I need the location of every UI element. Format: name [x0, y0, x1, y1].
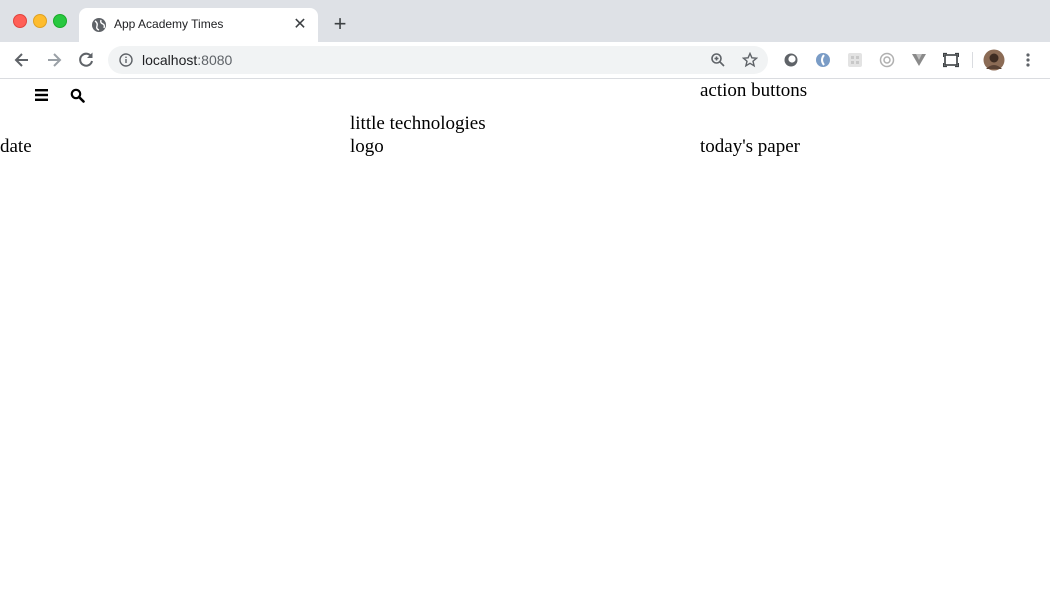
url-text[interactable]: localhost:8080 — [142, 52, 232, 68]
toolbar-separator — [972, 52, 973, 68]
star-icon[interactable] — [742, 52, 758, 68]
screenshot-icon[interactable] — [943, 52, 959, 68]
todays-paper-label: today's paper — [700, 136, 800, 157]
extension-icon-5[interactable] — [911, 52, 927, 68]
action-buttons-label: action buttons — [700, 80, 808, 101]
browser-toolbar: localhost:8080 — [0, 42, 1050, 79]
date-label: date — [0, 136, 32, 157]
extension-icon-2[interactable] — [815, 52, 831, 68]
address-bar[interactable]: localhost:8080 — [108, 46, 768, 74]
forward-icon[interactable] — [44, 50, 64, 70]
tab-title: App Academy Times — [114, 17, 224, 31]
zoom-icon[interactable] — [710, 52, 726, 68]
info-icon[interactable] — [119, 53, 133, 67]
back-icon[interactable] — [12, 50, 32, 70]
extension-icon-4[interactable] — [879, 52, 895, 68]
browser-titlebar: App Academy Times ✕ + — [0, 0, 1050, 42]
more-icon[interactable] — [1020, 52, 1036, 68]
extension-icon-3[interactable] — [847, 52, 863, 68]
new-tab-button[interactable]: + — [330, 13, 350, 35]
avatar[interactable] — [983, 49, 1005, 71]
globe-icon — [92, 18, 106, 32]
tab-close-icon[interactable]: ✕ — [292, 17, 308, 33]
minimize-window-button[interactable] — [33, 14, 47, 28]
tagline: little technologies — [350, 113, 486, 134]
search-icon[interactable] — [70, 88, 85, 103]
page-content: action buttons little technologies date … — [0, 79, 1050, 600]
logo: logo — [350, 136, 384, 157]
close-window-button[interactable] — [13, 14, 27, 28]
menu-icon[interactable] — [35, 88, 49, 102]
reload-icon[interactable] — [76, 50, 96, 70]
browser-tab[interactable]: App Academy Times ✕ — [79, 8, 318, 42]
extension-icon-1[interactable] — [783, 52, 799, 68]
maximize-window-button[interactable] — [53, 14, 67, 28]
